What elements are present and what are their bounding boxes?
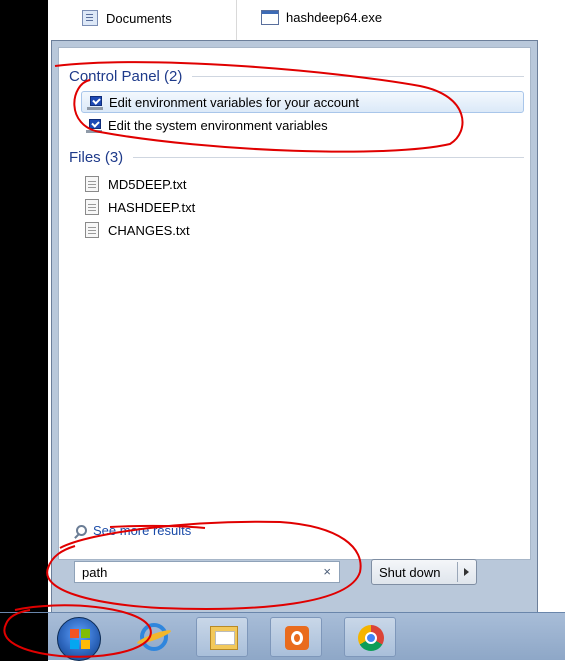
group-title: Files (3): [69, 149, 124, 166]
result-label: CHANGES.txt: [108, 222, 190, 238]
taskbar-black-strip: [0, 613, 48, 661]
see-more-results-link[interactable]: See more results: [76, 523, 191, 538]
taskbar-internet-explorer[interactable]: [128, 617, 180, 657]
result-edit-env-system[interactable]: Edit the system environment variables: [81, 114, 529, 136]
taskbar-file-explorer[interactable]: [196, 617, 248, 657]
group-rule: [133, 157, 524, 158]
file-result-changes[interactable]: CHANGES.txt: [85, 219, 190, 241]
internet-explorer-icon: [140, 623, 168, 651]
files-group-header[interactable]: Files (3): [69, 149, 524, 166]
left-black-strip: [0, 0, 48, 612]
windows-start-orb[interactable]: [57, 617, 101, 661]
result-label: Edit environment variables for your acco…: [109, 94, 360, 110]
taskbar-chrome[interactable]: [344, 617, 396, 657]
text-file-icon: [85, 176, 99, 192]
taskbar: [0, 612, 565, 661]
exe-icon: [261, 10, 279, 25]
file-result-md5deep[interactable]: MD5DEEP.txt: [85, 173, 187, 195]
shutdown-divider: [457, 562, 458, 582]
control-panel-group-header[interactable]: Control Panel (2): [69, 68, 524, 85]
column-divider: [236, 0, 237, 40]
windows-logo-icon: [70, 629, 90, 649]
result-edit-env-account[interactable]: Edit environment variables for your acco…: [81, 91, 524, 113]
control-panel-icon: [86, 118, 102, 133]
result-label: Edit the system environment variables: [108, 117, 328, 133]
group-rule: [192, 76, 524, 77]
start-menu: Control Panel (2) Edit environment varia…: [51, 40, 538, 613]
explorer-item-hashdeep64[interactable]: hashdeep64.exe: [261, 10, 382, 25]
media-player-icon: [285, 626, 309, 650]
group-title: Control Panel (2): [69, 68, 183, 85]
explorer-item-label: Documents: [106, 10, 172, 26]
text-file-icon: [85, 199, 99, 215]
result-label: MD5DEEP.txt: [108, 176, 187, 192]
taskbar-media-player[interactable]: [270, 617, 322, 657]
background-explorer-window: Documents hashdeep64.exe: [48, 0, 565, 40]
explorer-item-documents[interactable]: Documents: [82, 10, 172, 26]
explorer-item-label: hashdeep64.exe: [286, 10, 383, 25]
search-input[interactable]: path ×: [74, 561, 340, 583]
result-label: HASHDEEP.txt: [108, 199, 196, 215]
search-value: path: [82, 564, 108, 580]
chrome-icon: [358, 625, 384, 651]
document-icon: [82, 10, 98, 26]
text-file-icon: [85, 222, 99, 238]
file-result-hashdeep[interactable]: HASHDEEP.txt: [85, 196, 195, 218]
search-icon: [76, 525, 87, 536]
clear-search-icon[interactable]: ×: [323, 564, 331, 579]
search-results-pane: Control Panel (2) Edit environment varia…: [58, 47, 531, 560]
chevron-right-icon[interactable]: [464, 568, 469, 576]
file-explorer-icon: [210, 626, 238, 650]
shutdown-label: Shut down: [379, 564, 441, 580]
see-more-label: See more results: [93, 523, 192, 538]
shutdown-button[interactable]: Shut down: [371, 559, 477, 585]
control-panel-icon: [87, 95, 103, 110]
